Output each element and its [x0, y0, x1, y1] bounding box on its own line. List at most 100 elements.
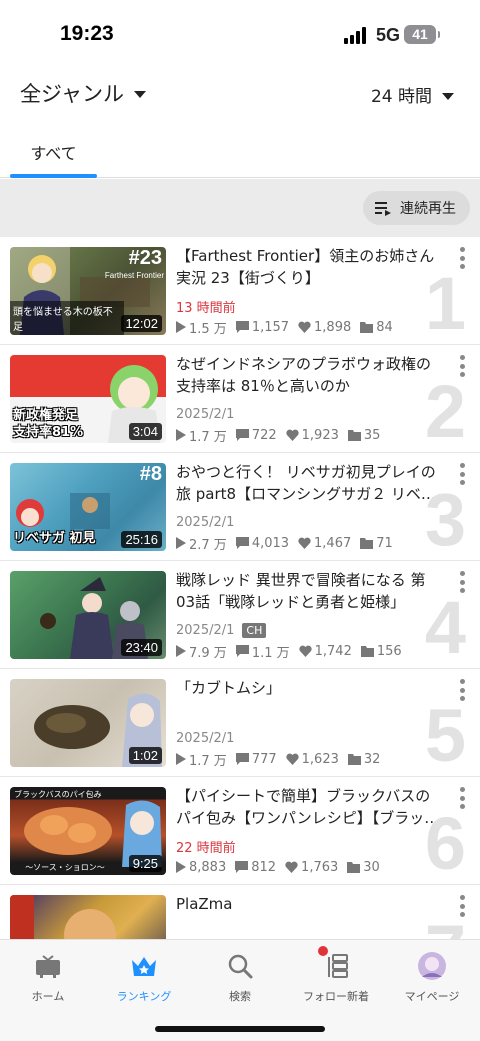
tv-icon: [0, 948, 96, 984]
rank-number: 3: [424, 478, 466, 561]
more-options-icon[interactable]: [458, 679, 466, 701]
video-date: 22 時間前: [176, 837, 444, 856]
ranking-item[interactable]: ブラックバスのパイ包み ～ソース・ショロン～ 9:25 【パイシートで簡単】ブラ…: [0, 777, 480, 885]
folder-icon: [347, 861, 361, 873]
mylist-count: 156: [360, 644, 402, 659]
comment-count-value: 812: [251, 859, 277, 875]
view-count-value: 1.7 万: [189, 429, 227, 445]
more-options-icon[interactable]: [458, 355, 466, 377]
ranking-item[interactable]: 23:40 戦隊レッド 異世界で冒険者になる 第 03話「戦隊レッドと勇者と姫様…: [0, 561, 480, 669]
thumbnail-bottom-text: ～ソース・ショロン～: [25, 863, 105, 872]
comment-count: 722: [235, 427, 277, 443]
status-bar: 19:23 5G 41: [0, 0, 480, 70]
video-thumbnail[interactable]: #23 Farthest Frontier 頭を悩ませる木の板不足 12:02: [10, 247, 166, 335]
tab-home[interactable]: ホーム: [0, 948, 96, 1012]
video-date: 13 時間前: [176, 297, 444, 316]
comment-count-value: 1.1 万: [251, 645, 290, 661]
tab-active-indicator: [10, 174, 97, 178]
folder-icon: [360, 537, 374, 549]
video-thumbnail[interactable]: #8 リベサガ 初見 25:16: [10, 463, 166, 551]
comment-count-value: 722: [251, 427, 277, 443]
more-options-icon[interactable]: [458, 247, 466, 269]
video-duration: 3:04: [128, 423, 162, 440]
ranking-item[interactable]: 1:02 「カブトムシ」 2025/2/1 1.7 万 777 1,623 32…: [0, 669, 480, 777]
video-date-text: 22 時間前: [176, 840, 236, 856]
more-options-icon[interactable]: [458, 571, 466, 593]
tab-ranking[interactable]: ランキング: [96, 948, 192, 1012]
thumbnail-episode: #8: [139, 463, 162, 485]
video-thumbnail[interactable]: 新政権発足 支持率81% 3:04: [10, 355, 166, 443]
tab-search[interactable]: 検索: [192, 948, 288, 1012]
video-thumbnail[interactable]: ブラックバスのパイ包み ～ソース・ショロン～ 9:25: [10, 787, 166, 875]
mylist-count: 84: [360, 320, 393, 335]
video-title[interactable]: 「カブトムシ」: [176, 677, 444, 721]
tab-ranking-label: ランキング: [116, 990, 172, 1003]
video-date: 2025/2/1: [176, 513, 444, 531]
tab-follow[interactable]: フォロー新着: [288, 946, 384, 1012]
more-options-icon[interactable]: [458, 463, 466, 485]
video-title[interactable]: 戦隊レッド 異世界で冒険者になる 第 03話「戦隊レッドと勇者と姫様」: [176, 569, 444, 613]
playlist-play-icon: [375, 202, 391, 216]
video-date-text: 2025/2/1: [176, 406, 235, 422]
view-count: 1.7 万: [176, 426, 227, 445]
tab-mypage[interactable]: マイページ: [384, 948, 480, 1012]
video-title[interactable]: 【Farthest Frontier】領主のお姉さん実況 23【街づくり】: [176, 245, 444, 289]
like-count: 1,467: [298, 536, 351, 551]
video-date-text: 13 時間前: [176, 300, 236, 316]
thumbnail-subtitle: Farthest Frontier: [104, 271, 164, 280]
ranking-item[interactable]: 新政権発足 支持率81% 3:04 なぜインドネシアのプラボウォ政権の支持率は 8…: [0, 345, 480, 453]
video-info: 【パイシートで簡単】ブラックバスのパイ包み【ワンパンレシピ】【ブラックバス料理】…: [176, 785, 444, 875]
view-count: 1.5 万: [176, 318, 227, 337]
heart-icon: [285, 861, 298, 873]
video-stats: 8,883 812 1,763 30: [176, 859, 444, 875]
ranking-item[interactable]: #23 Farthest Frontier 頭を悩ませる木の板不足 12:02 …: [0, 237, 480, 345]
thumbnail-episode: #23: [128, 247, 162, 269]
tab-all[interactable]: すべて: [10, 120, 97, 178]
video-title[interactable]: PlaZma: [176, 893, 444, 937]
view-count-value: 1.7 万: [189, 753, 227, 769]
ranking-item[interactable]: #8 リベサガ 初見 25:16 おやつと行く！ リベサガ初見プレイの旅 par…: [0, 453, 480, 561]
like-count: 1,898: [298, 320, 351, 335]
video-duration: 12:02: [121, 315, 162, 332]
play-icon: [176, 321, 186, 333]
follow-feed-icon: [288, 946, 384, 984]
crown-icon: [96, 948, 192, 984]
heart-icon: [298, 537, 311, 549]
tab-follow-label: フォロー新着: [303, 990, 369, 1003]
rank-number: 2: [424, 370, 466, 453]
more-options-icon[interactable]: [458, 787, 466, 809]
video-title[interactable]: なぜインドネシアのプラボウォ政権の支持率は 81％と高いのか: [176, 353, 444, 397]
video-date-text: 2025/2/1: [176, 622, 235, 638]
more-options-icon[interactable]: [458, 895, 466, 917]
like-count: 1,923: [285, 428, 339, 443]
rank-number: 1: [424, 262, 466, 345]
folder-icon: [360, 645, 374, 657]
continuous-play-button[interactable]: 連続再生: [363, 191, 470, 225]
genre-dropdown[interactable]: 全ジャンル: [20, 78, 146, 108]
video-thumbnail[interactable]: 23:40: [10, 571, 166, 659]
thumbnail-headline: 新政権発足 支持率81%: [13, 408, 84, 440]
video-info: 【Farthest Frontier】領主のお姉さん実況 23【街づくり】 13…: [176, 245, 444, 337]
play-icon: [176, 429, 186, 441]
video-duration: 25:16: [121, 531, 162, 548]
view-count-value: 7.9 万: [189, 645, 227, 661]
rank-number: 4: [424, 586, 466, 669]
heart-icon: [298, 645, 312, 657]
mylist-count-value: 32: [363, 751, 381, 767]
like-count: 1,623: [285, 752, 339, 767]
channel-badge: CH: [242, 622, 267, 638]
video-date: 2025/2/1 CH: [176, 621, 444, 639]
comment-icon: [235, 645, 249, 657]
video-title[interactable]: おやつと行く！ リベサガ初見プレイの旅 part8【ロマンシングサガ２ リベンジ…: [176, 461, 444, 505]
comment-count: 4,013: [235, 536, 289, 551]
video-stats: 1.5 万 1,157 1,898 84: [176, 318, 444, 337]
chevron-down-icon: [442, 92, 454, 100]
period-dropdown[interactable]: 24 時間: [371, 82, 454, 107]
comment-icon: [235, 429, 249, 441]
mylist-count-value: 84: [376, 319, 393, 335]
view-count: 7.9 万: [176, 642, 227, 661]
video-thumbnail[interactable]: 1:02: [10, 679, 166, 767]
rank-number: 5: [424, 694, 466, 777]
mylist-count-value: 71: [376, 535, 393, 551]
video-title[interactable]: 【パイシートで簡単】ブラックバスのパイ包み【ワンパンレシピ】【ブラックバス料理】: [176, 785, 444, 829]
